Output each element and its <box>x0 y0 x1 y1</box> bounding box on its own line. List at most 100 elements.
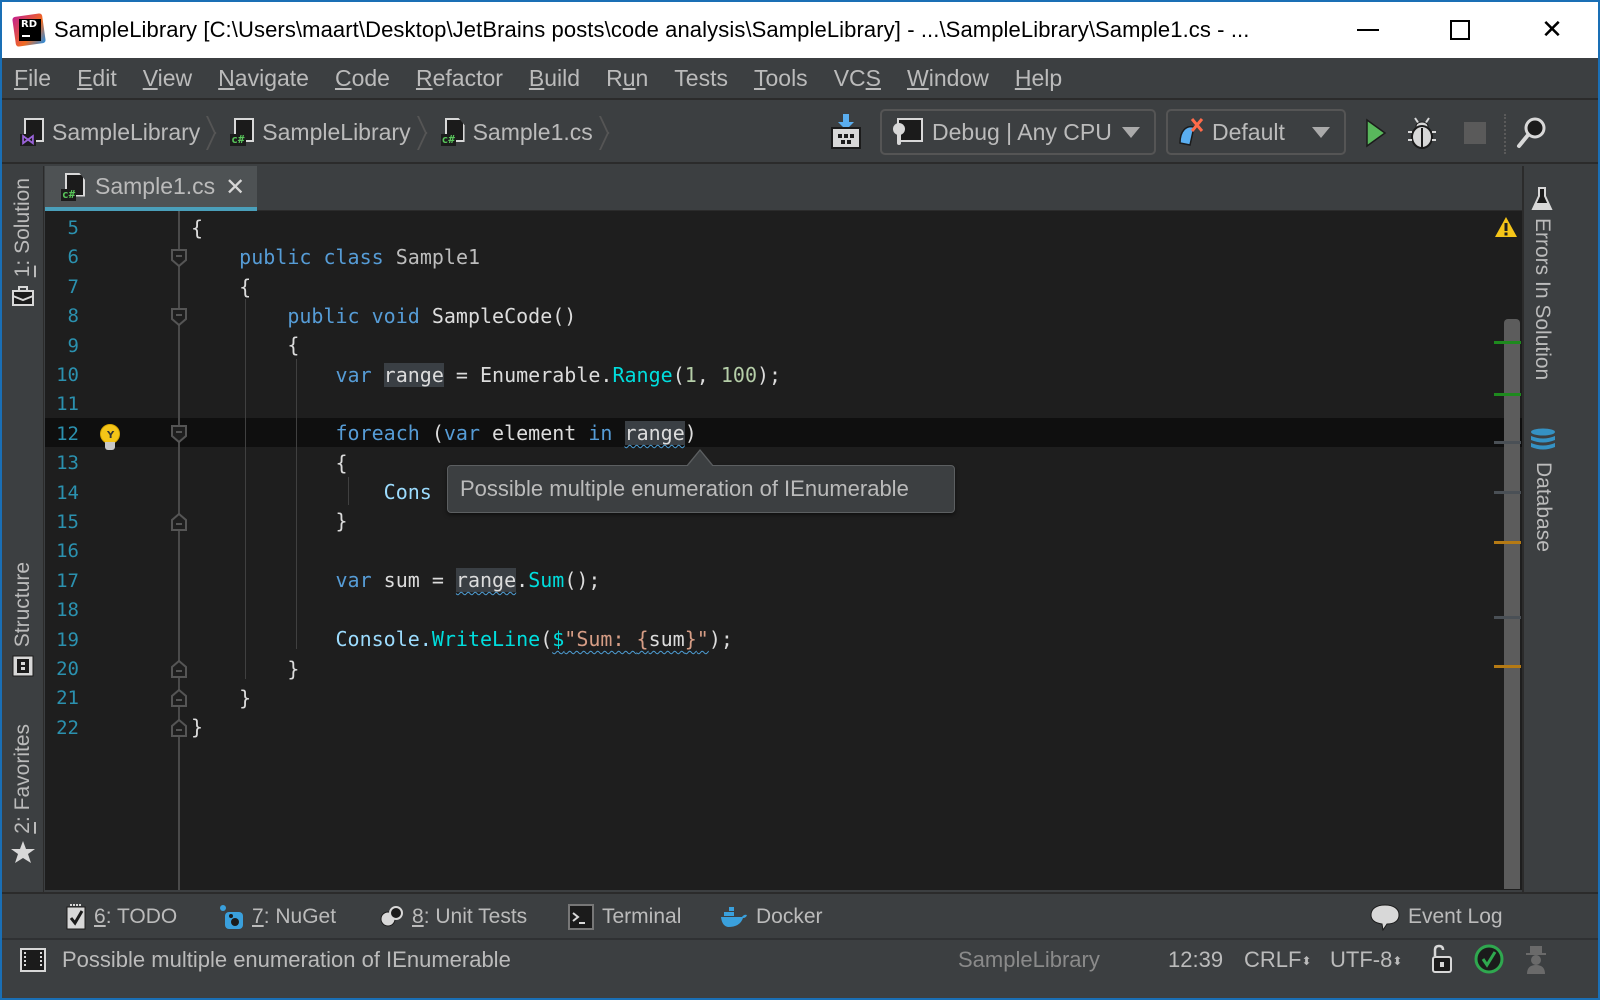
error-stripe-marker[interactable] <box>1494 341 1521 344</box>
code-line-12: foreach (var element in range) <box>335 421 697 445</box>
fold-collapse-icon[interactable] <box>170 249 188 267</box>
search-icon <box>1517 117 1546 148</box>
tool-window-terminal[interactable]: Terminal <box>568 894 681 940</box>
quick-fix-bulb-icon[interactable]: Y <box>99 424 121 452</box>
menu-edit[interactable]: Edit <box>77 65 117 92</box>
unlock-icon[interactable] <box>1430 944 1454 974</box>
tool-window-favorites[interactable]: 2: Favorites <box>2 724 44 864</box>
error-stripe-marker[interactable] <box>1494 393 1521 396</box>
nuget-icon <box>220 905 243 929</box>
warning-icon[interactable] <box>1494 216 1518 238</box>
line-number: 20 <box>56 658 79 680</box>
inspection-ok-icon[interactable] <box>1474 944 1504 974</box>
tool-window-docker[interactable]: Docker <box>720 894 823 940</box>
fold-end-icon[interactable] <box>170 689 188 707</box>
editor-scrollbar-thumb[interactable] <box>1504 319 1520 889</box>
fold-end-icon[interactable] <box>170 719 188 737</box>
star-icon <box>11 840 35 863</box>
tool-window-solution[interactable]: 1: Solution <box>2 178 44 307</box>
line-number: 7 <box>67 275 79 298</box>
build-solution-button[interactable] <box>830 114 862 150</box>
error-stripe-marker[interactable] <box>1494 665 1521 668</box>
code-line-21: } <box>239 686 252 710</box>
tool-window-todo[interactable]: 6: TODO <box>66 894 177 940</box>
line-number: 21 <box>56 687 79 710</box>
code-line-14: Cons <box>383 480 432 504</box>
breadcrumb-solution[interactable]: ⋈ SampleLibrary <box>2 101 220 163</box>
error-stripe-marker[interactable] <box>1494 541 1521 544</box>
maximize-button[interactable] <box>1414 2 1506 58</box>
run-configuration-dropdown[interactable]: Default <box>1166 109 1346 155</box>
tool-window-nuget[interactable]: 7: NuGet <box>218 894 336 940</box>
run-button[interactable] <box>1364 118 1388 148</box>
error-stripe-marker[interactable] <box>1494 616 1521 619</box>
chevron-right-icon <box>206 112 220 152</box>
line-number: 13 <box>56 452 79 475</box>
menu-view[interactable]: View <box>143 65 192 92</box>
title-bar: RD SampleLibrary [C:\Users\maart\Desktop… <box>2 2 1598 58</box>
hector-inspector-icon[interactable] <box>1522 944 1550 976</box>
fold-end-icon[interactable] <box>170 660 188 678</box>
caret-position[interactable]: 12:39 <box>1168 940 1223 980</box>
minimize-button[interactable] <box>1322 2 1414 58</box>
inspection-tooltip: Possible multiple enumeration of IEnumer… <box>447 465 955 513</box>
line-number: 8 <box>67 305 79 328</box>
menu-build[interactable]: Build <box>529 65 580 92</box>
chevron-down-icon <box>1312 127 1330 138</box>
unit-tests-icon <box>380 906 403 927</box>
tool-window-structure[interactable]: Structure <box>2 562 44 677</box>
breadcrumb-file[interactable]: c# Sample1.cs <box>431 101 613 163</box>
stop-button[interactable] <box>1464 122 1486 144</box>
multiple-enumeration-warning[interactable]: range <box>624 421 685 445</box>
menu-refactor[interactable]: Refactor <box>416 65 503 92</box>
toolbar-separator <box>1504 114 1506 154</box>
close-button[interactable]: ✕ <box>1506 2 1598 58</box>
flask-icon <box>1531 187 1553 210</box>
menu-vcs[interactable]: VCS <box>834 65 881 92</box>
build-configuration-dropdown[interactable]: Debug | Any CPU <box>880 109 1156 155</box>
menu-navigate[interactable]: Navigate <box>218 65 309 92</box>
toggle-tool-windows-icon[interactable] <box>20 948 46 972</box>
fold-collapse-icon[interactable] <box>170 425 188 443</box>
right-tool-strip: Errors In Solution Database <box>1522 166 1598 892</box>
event-log-icon <box>1370 904 1400 931</box>
tool-window-errors[interactable]: Errors In Solution <box>1530 186 1554 380</box>
menu-tools[interactable]: Tools <box>754 65 808 92</box>
tool-window-database[interactable]: Database <box>1530 428 1556 552</box>
window-title: SampleLibrary [C:\Users\maart\Desktop\Je… <box>54 17 1250 42</box>
tool-window-event-log[interactable]: Event Log <box>1370 894 1503 940</box>
chevron-right-icon <box>417 112 431 152</box>
menu-run[interactable]: Run <box>606 65 648 92</box>
briefcase-icon <box>12 286 34 307</box>
menu-tests[interactable]: Tests <box>674 65 728 92</box>
line-ending-selector[interactable]: CRLF⬍ <box>1244 940 1312 981</box>
run-config-icon <box>1179 118 1204 146</box>
multiple-enumeration-warning[interactable]: range <box>455 568 517 592</box>
tab-sample1-cs[interactable]: c# Sample1.cs ✕ <box>45 166 257 211</box>
close-tab-icon[interactable]: ✕ <box>225 175 245 199</box>
fold-collapse-icon[interactable] <box>170 308 188 326</box>
code-line-17: var sum = range.Sum(); <box>335 568 601 592</box>
code-line-19: Console.WriteLine($"Sum: {sum}"); <box>335 627 733 651</box>
code-line-15: } <box>335 509 348 533</box>
menu-help[interactable]: Help <box>1015 65 1062 92</box>
search-everywhere-button[interactable] <box>1516 116 1548 150</box>
error-stripe-marker[interactable] <box>1494 441 1521 444</box>
fold-end-icon[interactable] <box>170 513 188 531</box>
menu-code[interactable]: Code <box>335 65 390 92</box>
csharp-file-icon: c# <box>440 118 467 146</box>
debug-button[interactable] <box>1406 116 1438 150</box>
tool-window-unit-tests[interactable]: 8: Unit Tests <box>380 894 527 940</box>
menu-window[interactable]: Window <box>907 65 989 92</box>
encoding-selector[interactable]: UTF-8⬍ <box>1330 940 1402 981</box>
status-project[interactable]: SampleLibrary <box>958 940 1100 980</box>
chevron-right-icon <box>599 112 613 152</box>
error-stripe-marker[interactable] <box>1494 491 1521 494</box>
code-editor[interactable]: 5 6 7 8 9 10 11 12 13 14 15 16 17 18 19 20 21 22 Y { publ… <box>45 211 1522 890</box>
line-number: 18 <box>56 599 79 622</box>
code-line-9: { <box>287 333 300 357</box>
breadcrumb-project[interactable]: c# SampleLibrary <box>220 101 430 163</box>
left-tool-strip: 1: Solution Structure 2: Favorites <box>2 166 44 892</box>
database-icon <box>1531 428 1555 450</box>
menu-file[interactable]: File <box>14 65 51 92</box>
